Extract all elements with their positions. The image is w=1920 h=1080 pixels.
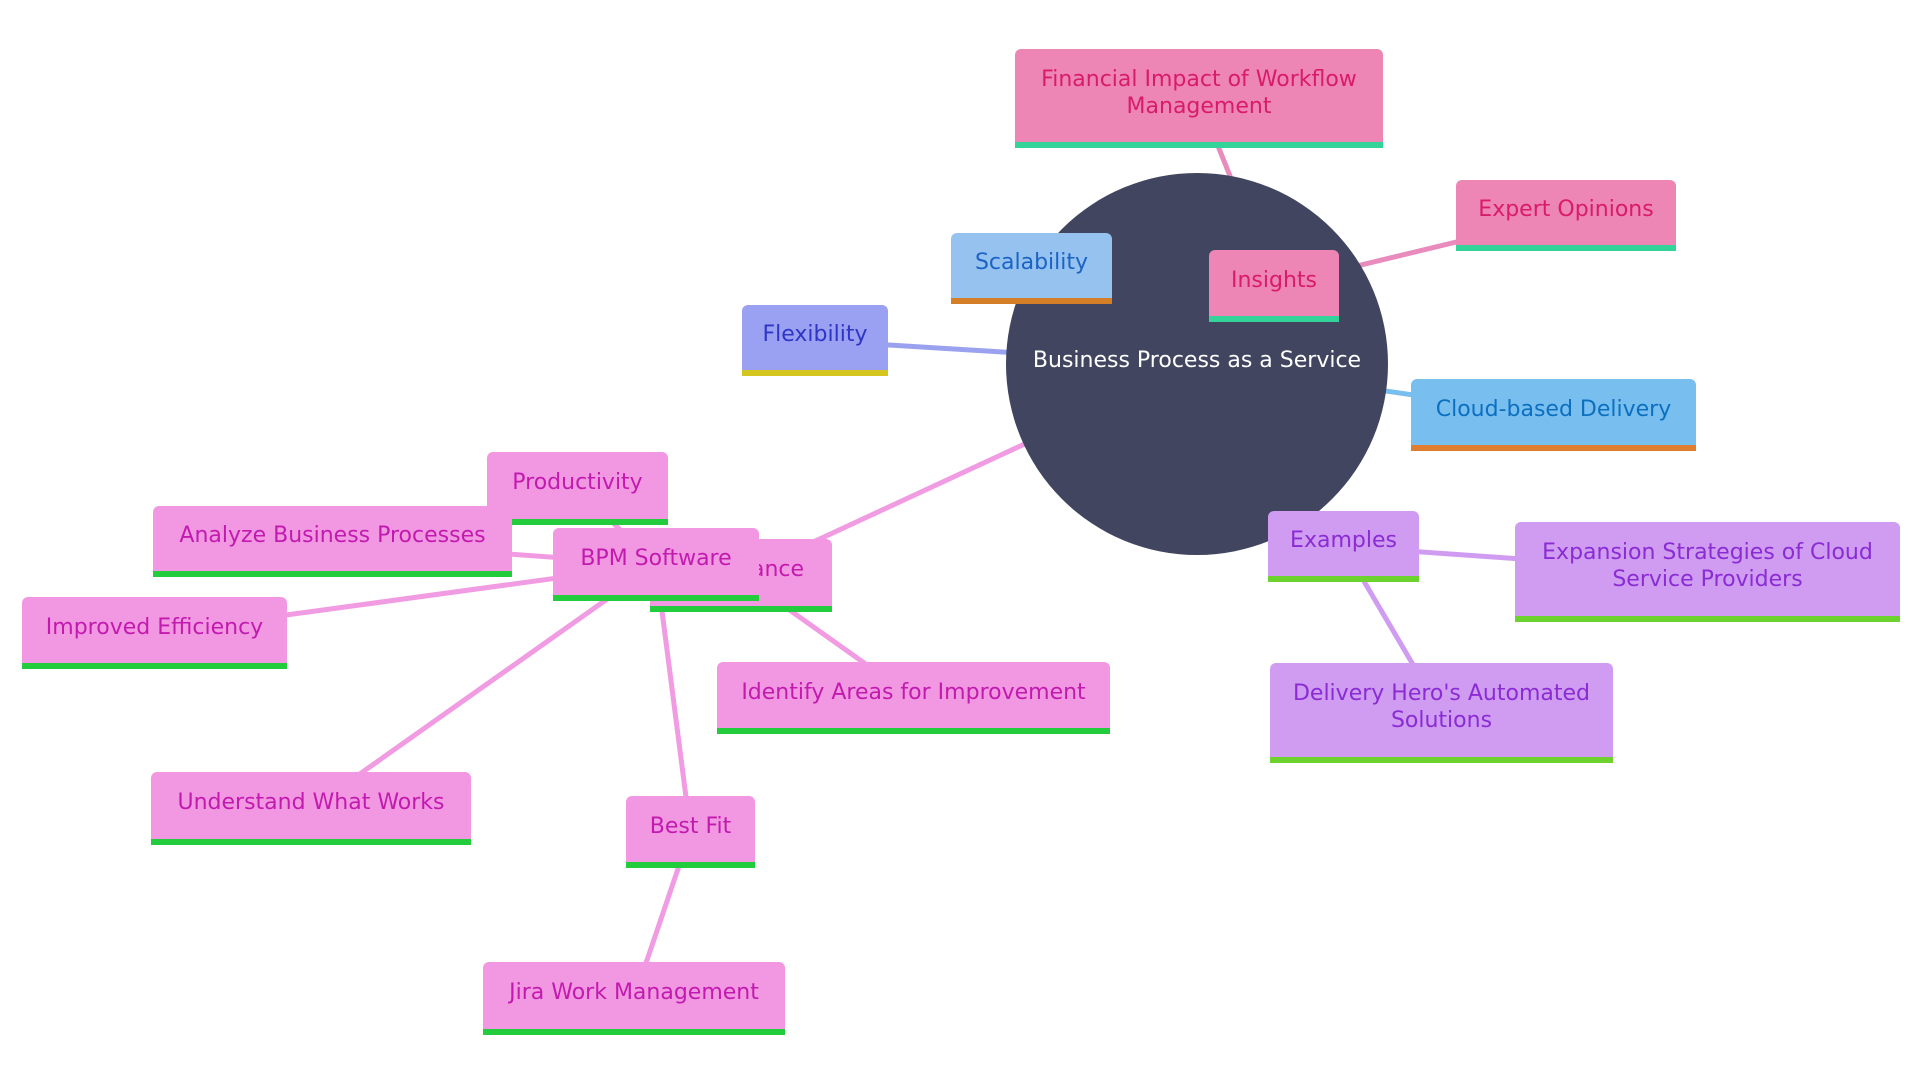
node-label: Improved Efficiency bbox=[45, 614, 264, 640]
node-flexibility[interactable]: Flexibility bbox=[742, 305, 888, 376]
node-understand-what-works[interactable]: Understand What Works bbox=[151, 772, 471, 845]
node-examples[interactable]: Examples bbox=[1268, 511, 1419, 582]
node-label: Best Fit bbox=[649, 813, 732, 839]
node-label: Cloud-based Delivery bbox=[1435, 396, 1672, 422]
node-jira-work-management[interactable]: Jira Work Management bbox=[483, 962, 785, 1035]
node-label: Productivity bbox=[512, 470, 643, 495]
node-expert-opinions[interactable]: Expert Opinions bbox=[1456, 180, 1676, 251]
root-node[interactable]: Business Process as a Service bbox=[1006, 173, 1388, 555]
node-identify-areas-for-improvement[interactable]: Identify Areas for Improvement bbox=[717, 662, 1110, 734]
root-node-label: Business Process as a Service bbox=[1032, 347, 1362, 373]
node-label: Expansion Strategies of Cloud Service Pr… bbox=[1542, 540, 1873, 592]
node-bpm-software[interactable]: BPM Software bbox=[553, 528, 759, 601]
node-label: Jira Work Management bbox=[509, 980, 759, 1005]
node-label: Insights bbox=[1230, 267, 1317, 293]
node-label: Flexibility bbox=[762, 322, 868, 347]
node-expansion-strategies[interactable]: Expansion Strategies of Cloud Service Pr… bbox=[1515, 522, 1900, 622]
node-label: BPM Software bbox=[580, 546, 732, 571]
node-delivery-hero-solutions[interactable]: Delivery Hero's Automated Solutions bbox=[1270, 663, 1613, 763]
node-productivity[interactable]: Productivity bbox=[487, 452, 668, 525]
node-label: Financial Impact of Workflow Management bbox=[1041, 66, 1357, 119]
node-insights[interactable]: Insights bbox=[1209, 250, 1339, 322]
node-best-fit[interactable]: Best Fit bbox=[626, 796, 755, 868]
node-scalability[interactable]: Scalability bbox=[951, 233, 1112, 304]
node-label: Scalability bbox=[974, 250, 1089, 275]
node-financial-impact[interactable]: Financial Impact of Workflow Management bbox=[1015, 49, 1383, 148]
node-label: Understand What Works bbox=[177, 790, 445, 815]
node-label: Analyze Business Processes bbox=[179, 523, 486, 548]
node-analyze-business-processes[interactable]: Analyze Business Processes bbox=[153, 506, 512, 577]
node-cloud-based-delivery[interactable]: Cloud-based Delivery bbox=[1411, 379, 1696, 451]
node-label: Delivery Hero's Automated Solutions bbox=[1292, 681, 1591, 733]
node-label: Examples bbox=[1290, 528, 1397, 553]
node-label: Identify Areas for Improvement bbox=[741, 679, 1086, 705]
node-label: Expert Opinions bbox=[1478, 197, 1654, 222]
node-improved-efficiency[interactable]: Improved Efficiency bbox=[22, 597, 287, 669]
